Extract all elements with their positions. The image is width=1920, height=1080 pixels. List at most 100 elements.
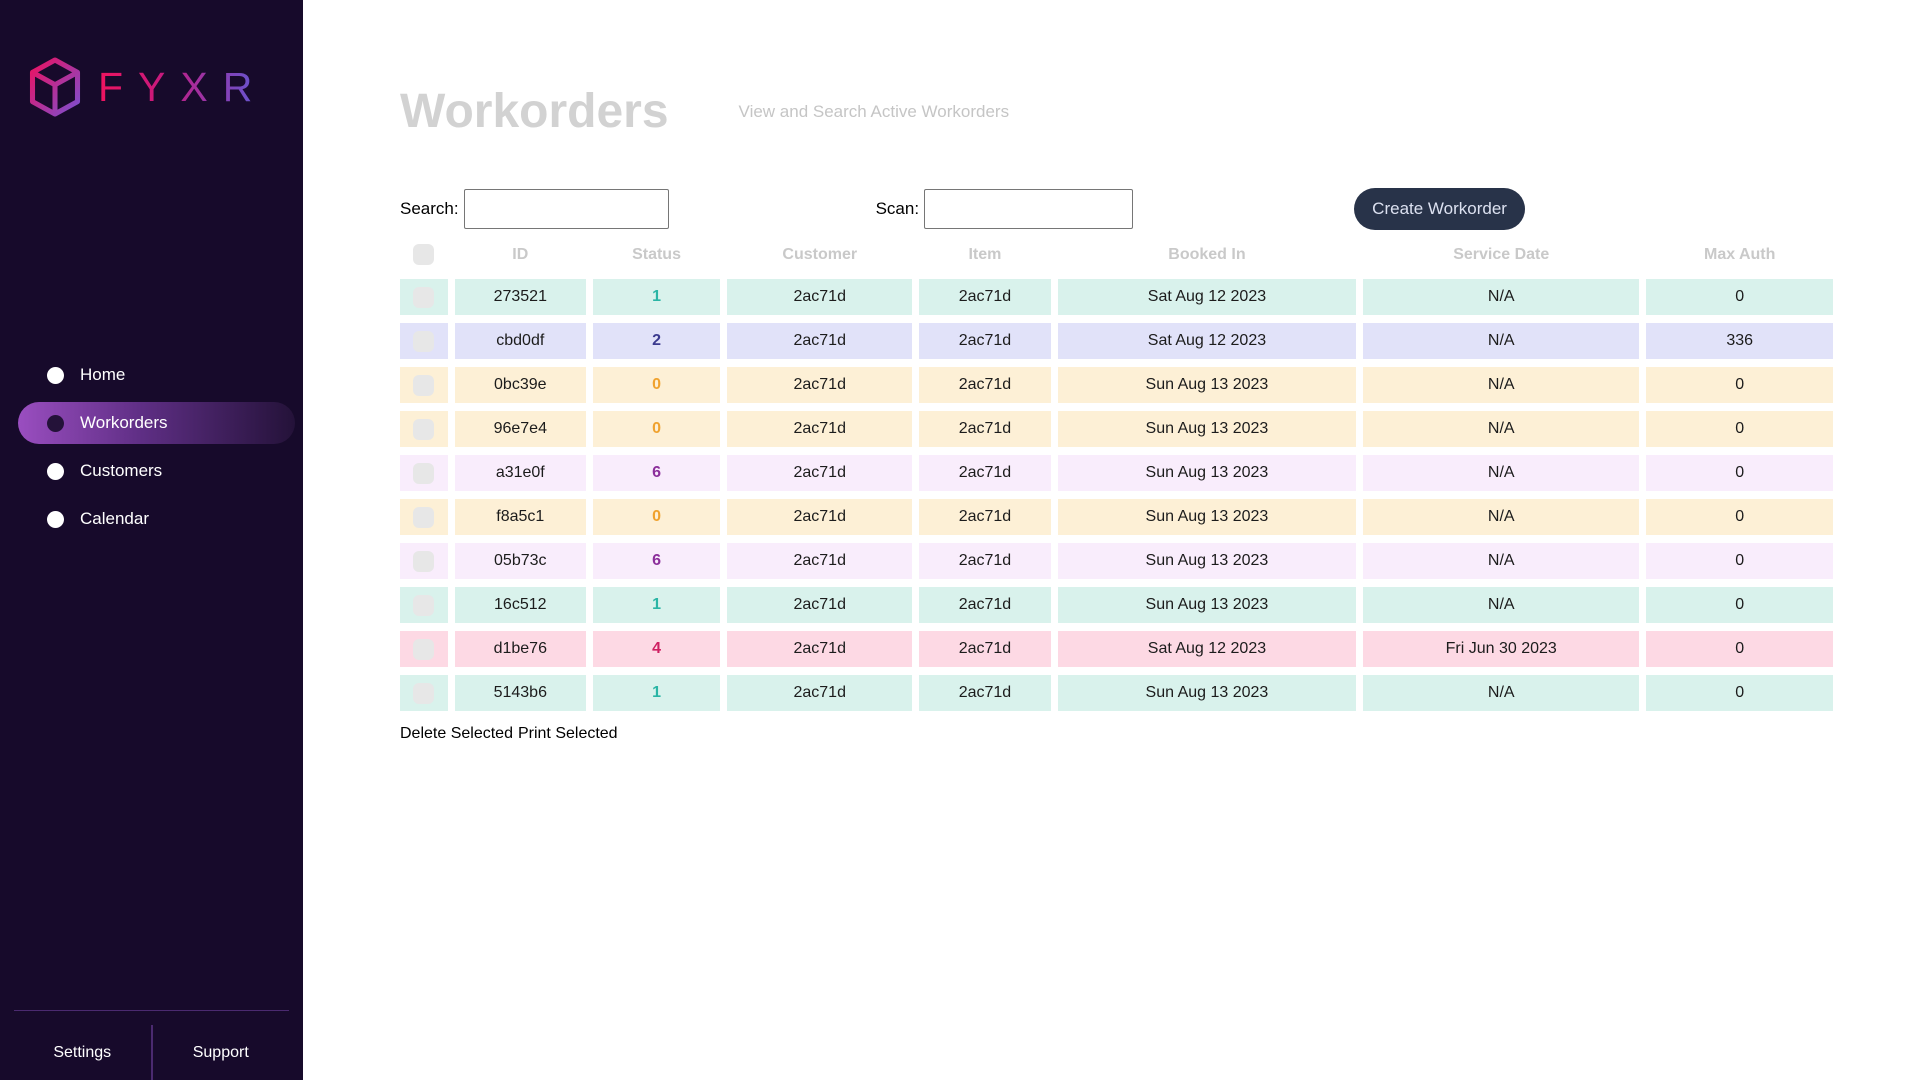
sidebar-item-label: Home: [80, 365, 125, 385]
cell-max-auth: 0: [1646, 543, 1833, 579]
cell-item: 2ac71d: [919, 323, 1051, 359]
row-checkbox-cell: [400, 455, 448, 491]
sidebar-footer: Settings Support: [14, 1010, 289, 1080]
cell-service-date: N/A: [1363, 499, 1639, 535]
print-selected-button[interactable]: Print Selected: [518, 725, 618, 743]
row-checkbox[interactable]: [413, 463, 434, 484]
cell-id: f8a5c1: [455, 499, 586, 535]
row-checkbox[interactable]: [413, 507, 434, 528]
row-checkbox[interactable]: [413, 639, 434, 660]
sidebar-item-label: Calendar: [80, 509, 149, 529]
cell-customer: 2ac71d: [727, 631, 912, 667]
cell-status: 1: [593, 279, 721, 315]
cell-status: 0: [593, 499, 721, 535]
row-checkbox[interactable]: [413, 331, 434, 352]
column-header-max-auth: Max Auth: [1646, 238, 1833, 271]
cell-status: 2: [593, 323, 721, 359]
sidebar-item-workorders[interactable]: Workorders: [18, 402, 295, 444]
cell-max-auth: 0: [1646, 411, 1833, 447]
table-row[interactable]: 5143b6 1 2ac71d 2ac71d Sun Aug 13 2023 N…: [400, 675, 1833, 711]
row-checkbox-cell: [400, 675, 448, 711]
page-subtitle: View and Search Active Workorders: [739, 102, 1010, 122]
cell-max-auth: 0: [1646, 455, 1833, 491]
sidebar-item-label: Workorders: [80, 413, 168, 433]
cell-service-date: N/A: [1363, 587, 1639, 623]
cell-customer: 2ac71d: [727, 587, 912, 623]
cell-booked-in: Sat Aug 12 2023: [1058, 631, 1356, 667]
row-checkbox-cell: [400, 323, 448, 359]
table-row[interactable]: 273521 1 2ac71d 2ac71d Sat Aug 12 2023 N…: [400, 279, 1833, 315]
column-header-id: ID: [455, 238, 586, 271]
cell-item: 2ac71d: [919, 587, 1051, 623]
cell-status: 0: [593, 411, 721, 447]
cell-id: 0bc39e: [455, 367, 586, 403]
cell-id: 5143b6: [455, 675, 586, 711]
sidebar: FYXR Home Workorders Customers Calendar …: [0, 0, 303, 1080]
cell-service-date: Fri Jun 30 2023: [1363, 631, 1639, 667]
table-row[interactable]: 16c512 1 2ac71d 2ac71d Sun Aug 13 2023 N…: [400, 587, 1833, 623]
column-header-status: Status: [593, 238, 721, 271]
cell-customer: 2ac71d: [727, 279, 912, 315]
cell-status: 1: [593, 675, 721, 711]
delete-selected-button[interactable]: Delete Selected: [400, 725, 513, 743]
cell-id: d1be76: [455, 631, 586, 667]
sidebar-nav: Home Workorders Customers Calendar: [0, 351, 303, 543]
header-checkbox-cell: [400, 238, 448, 271]
column-header-service-date: Service Date: [1363, 238, 1639, 271]
create-workorder-button[interactable]: Create Workorder: [1354, 188, 1525, 230]
cell-max-auth: 0: [1646, 631, 1833, 667]
row-checkbox-cell: [400, 499, 448, 535]
cell-id: 273521: [455, 279, 586, 315]
cell-booked-in: Sun Aug 13 2023: [1058, 675, 1356, 711]
cell-item: 2ac71d: [919, 675, 1051, 711]
logo-text: FYXR: [98, 64, 267, 111]
select-all-checkbox[interactable]: [413, 244, 434, 265]
cell-max-auth: 0: [1646, 279, 1833, 315]
row-checkbox-cell: [400, 279, 448, 315]
table-row[interactable]: f8a5c1 0 2ac71d 2ac71d Sun Aug 13 2023 N…: [400, 499, 1833, 535]
controls-row: Search: Scan: Create Workorder: [400, 188, 1840, 230]
cell-max-auth: 0: [1646, 587, 1833, 623]
app-logo: FYXR: [28, 56, 267, 118]
row-checkbox-cell: [400, 587, 448, 623]
cell-status: 0: [593, 367, 721, 403]
cell-item: 2ac71d: [919, 279, 1051, 315]
scan-input[interactable]: [924, 189, 1133, 229]
sidebar-item-customers[interactable]: Customers: [0, 447, 303, 495]
table-row[interactable]: cbd0df 2 2ac71d 2ac71d Sat Aug 12 2023 N…: [400, 323, 1833, 359]
row-checkbox[interactable]: [413, 375, 434, 396]
cell-booked-in: Sun Aug 13 2023: [1058, 543, 1356, 579]
cell-service-date: N/A: [1363, 675, 1639, 711]
search-input[interactable]: [464, 189, 669, 229]
cell-max-auth: 0: [1646, 367, 1833, 403]
support-button[interactable]: Support: [153, 1044, 290, 1062]
sidebar-item-home[interactable]: Home: [0, 351, 303, 399]
main-content: Workorders View and Search Active Workor…: [303, 0, 1920, 1080]
row-checkbox[interactable]: [413, 551, 434, 572]
row-checkbox[interactable]: [413, 595, 434, 616]
table-row[interactable]: 96e7e4 0 2ac71d 2ac71d Sun Aug 13 2023 N…: [400, 411, 1833, 447]
table-row[interactable]: 05b73c 6 2ac71d 2ac71d Sun Aug 13 2023 N…: [400, 543, 1833, 579]
cell-status: 6: [593, 543, 721, 579]
workorders-table-body: 273521 1 2ac71d 2ac71d Sat Aug 12 2023 N…: [400, 279, 1833, 711]
row-checkbox[interactable]: [413, 683, 434, 704]
search-label: Search:: [400, 199, 459, 219]
settings-button[interactable]: Settings: [14, 1044, 151, 1062]
sidebar-item-label: Customers: [80, 461, 162, 481]
table-row[interactable]: 0bc39e 0 2ac71d 2ac71d Sun Aug 13 2023 N…: [400, 367, 1833, 403]
nav-bullet-icon: [47, 511, 64, 528]
row-checkbox-cell: [400, 367, 448, 403]
cell-booked-in: Sun Aug 13 2023: [1058, 587, 1356, 623]
table-row[interactable]: a31e0f 6 2ac71d 2ac71d Sun Aug 13 2023 N…: [400, 455, 1833, 491]
cell-id: 05b73c: [455, 543, 586, 579]
cell-customer: 2ac71d: [727, 367, 912, 403]
row-checkbox[interactable]: [413, 419, 434, 440]
cell-customer: 2ac71d: [727, 543, 912, 579]
table-row[interactable]: d1be76 4 2ac71d 2ac71d Sat Aug 12 2023 F…: [400, 631, 1833, 667]
sidebar-item-calendar[interactable]: Calendar: [0, 495, 303, 543]
cell-item: 2ac71d: [919, 411, 1051, 447]
cell-service-date: N/A: [1363, 411, 1639, 447]
row-checkbox[interactable]: [413, 287, 434, 308]
table-header: ID Status Customer Item Booked In Servic…: [400, 238, 1833, 271]
cell-booked-in: Sun Aug 13 2023: [1058, 411, 1356, 447]
